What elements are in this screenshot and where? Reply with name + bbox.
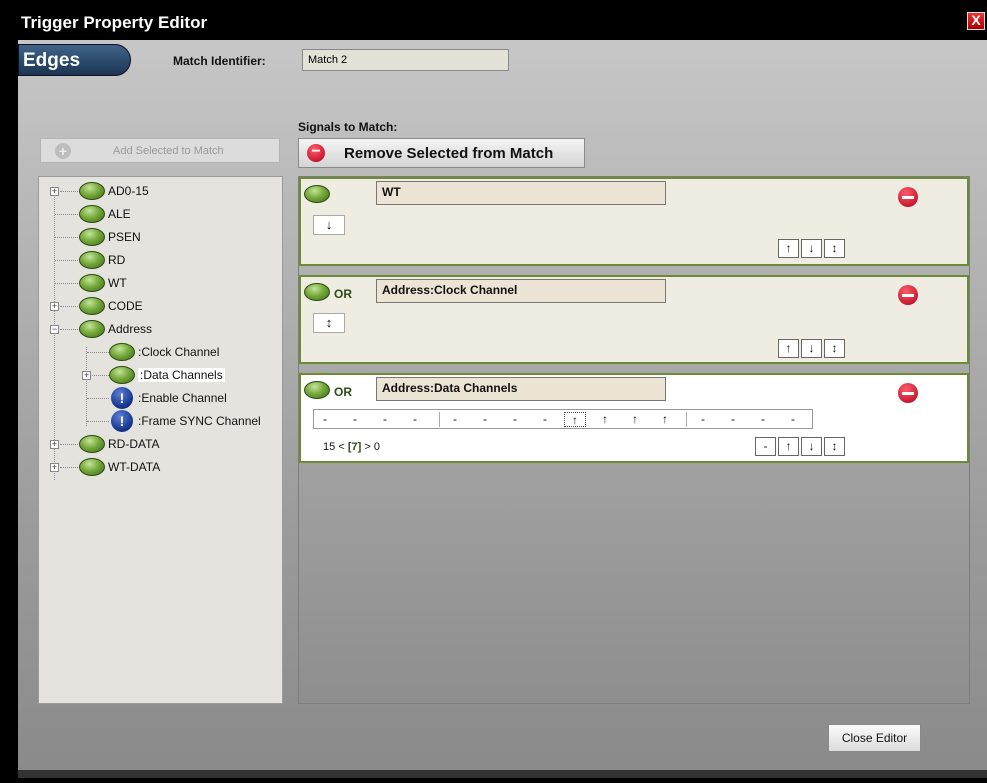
expand-icon[interactable]: + xyxy=(50,463,59,472)
bit-cell[interactable]: ↑ xyxy=(654,412,676,427)
close-window-button[interactable]: X xyxy=(967,12,985,30)
falling-edge-button[interactable]: ↓ xyxy=(801,339,822,358)
expand-icon[interactable]: + xyxy=(82,371,91,380)
signal-tree: + AD0-15 ALE PSEN RD WT + CODE − Address… xyxy=(38,176,283,704)
bit-cell[interactable]: - xyxy=(344,412,366,427)
tree-item-psen[interactable]: PSEN xyxy=(39,226,279,248)
tab-edges[interactable]: Edges xyxy=(18,44,131,76)
bit-cell[interactable]: - xyxy=(722,412,744,427)
bus-bit-strip: - - - - - - - - ↑ ↑ ↑ ↑ - - - - xyxy=(313,409,813,429)
signal-ball-icon xyxy=(109,343,135,361)
window-title: Trigger Property Editor xyxy=(21,13,208,32)
tree-item-rd[interactable]: RD xyxy=(39,249,279,271)
bit-cell[interactable]: - xyxy=(782,412,804,427)
tree-item-enable-channel[interactable]: ! :Enable Channel xyxy=(39,387,279,409)
rising-edge-button[interactable]: ↑ xyxy=(778,339,799,358)
signals-to-match-label: Signals to Match: xyxy=(298,120,398,134)
signal-name-field: Address:Clock Channel xyxy=(376,279,666,303)
rising-edge-button[interactable]: ↑ xyxy=(778,437,799,456)
match-row-clock-channel[interactable]: OR Address:Clock Channel ↕ ↑ ↓ ↕ xyxy=(299,275,969,364)
either-edge-button[interactable]: ↕ xyxy=(824,239,845,258)
signal-ball-icon xyxy=(79,205,105,223)
bit-cell[interactable]: - xyxy=(404,412,426,427)
signal-ball-icon xyxy=(79,182,105,200)
signal-ball-icon xyxy=(79,435,105,453)
tree-item-data-channels[interactable]: + :Data Channels xyxy=(39,364,279,386)
expand-icon[interactable]: + xyxy=(50,187,59,196)
signals-match-list: WT ↓ ↑ ↓ ↕ OR Address:Clock Channel ↕ ↑ … xyxy=(298,176,970,704)
signal-ball-icon xyxy=(79,297,105,315)
dont-care-button[interactable]: - xyxy=(755,437,776,456)
delete-row-icon[interactable] xyxy=(898,285,918,305)
bit-cell[interactable]: - xyxy=(474,412,496,427)
match-row-wt[interactable]: WT ↓ ↑ ↓ ↕ xyxy=(299,177,969,266)
bottom-border xyxy=(18,770,987,778)
tree-item-wt[interactable]: WT xyxy=(39,272,279,294)
tree-item-clock-channel[interactable]: :Clock Channel xyxy=(39,341,279,363)
signal-ball-icon xyxy=(109,366,135,384)
bit-cell[interactable]: - xyxy=(692,412,714,427)
match-identifier-label: Match Identifier: xyxy=(173,54,266,68)
signal-name-field: WT xyxy=(376,181,666,205)
tree-item-address[interactable]: − Address xyxy=(39,318,279,340)
editor-client-area: Edges Match Identifier: + Add Selected t… xyxy=(18,40,987,773)
signal-ball-icon xyxy=(79,228,105,246)
bit-cell[interactable]: ↑ xyxy=(594,412,616,427)
signal-ball-icon xyxy=(79,251,105,269)
plus-icon: + xyxy=(55,143,71,159)
signal-ball-icon xyxy=(304,185,330,203)
add-selected-to-match-button[interactable]: + Add Selected to Match xyxy=(40,138,280,163)
warning-icon: ! xyxy=(111,410,133,432)
delete-row-icon[interactable] xyxy=(898,383,918,403)
match-row-data-channels[interactable]: OR Address:Data Channels - - - - - - - -… xyxy=(299,373,969,463)
tree-item-wt-data[interactable]: + WT-DATA xyxy=(39,456,279,478)
falling-edge-button[interactable]: ↓ xyxy=(801,437,822,456)
tree-item-code[interactable]: + CODE xyxy=(39,295,279,317)
title-bar: Trigger Property Editor X xyxy=(8,6,987,34)
expand-icon[interactable]: + xyxy=(50,440,59,449)
remove-selected-from-match-button[interactable]: − Remove Selected from Match xyxy=(298,138,585,168)
trigger-property-editor-window: Trigger Property Editor X Edges Match Id… xyxy=(0,0,987,783)
signal-ball-icon xyxy=(79,320,105,338)
bit-cell[interactable]: - xyxy=(314,412,336,427)
expand-icon[interactable]: + xyxy=(50,302,59,311)
bit-cell[interactable]: - xyxy=(752,412,774,427)
signal-ball-icon xyxy=(304,381,330,399)
signal-ball-icon xyxy=(304,283,330,301)
bit-cell[interactable]: - xyxy=(534,412,556,427)
add-selected-label: Add Selected to Match xyxy=(113,145,224,157)
signal-ball-icon xyxy=(79,458,105,476)
remove-icon: − xyxy=(307,144,325,162)
delete-row-icon[interactable] xyxy=(898,187,918,207)
tree-item-rd-data[interactable]: + RD-DATA xyxy=(39,433,279,455)
bit-cell-focused[interactable]: ↑ xyxy=(564,412,586,427)
bit-cell[interactable]: ↑ xyxy=(624,412,646,427)
edge-selector[interactable]: ↕ xyxy=(313,313,345,333)
match-identifier-input[interactable] xyxy=(302,49,509,71)
tree-item-frame-sync-channel[interactable]: ! :Frame SYNC Channel xyxy=(39,410,279,432)
tree-item-ad0-15[interactable]: + AD0-15 xyxy=(39,180,279,202)
collapse-icon[interactable]: − xyxy=(50,325,59,334)
warning-icon: ! xyxy=(111,387,133,409)
bit-cell[interactable]: - xyxy=(374,412,396,427)
signal-name-field: Address:Data Channels xyxy=(376,377,666,401)
edge-selector[interactable]: ↓ xyxy=(313,215,345,235)
rising-edge-button[interactable]: ↑ xyxy=(778,239,799,258)
bit-cell[interactable]: - xyxy=(504,412,526,427)
signal-ball-icon xyxy=(79,274,105,292)
close-editor-button[interactable]: Close Editor xyxy=(828,724,921,752)
bit-index-readout: 15 < [7] > 0 xyxy=(323,441,380,453)
tree-item-ale[interactable]: ALE xyxy=(39,203,279,225)
remove-selected-label: Remove Selected from Match xyxy=(344,145,554,162)
falling-edge-button[interactable]: ↓ xyxy=(801,239,822,258)
either-edge-button[interactable]: ↕ xyxy=(824,339,845,358)
bit-cell[interactable]: - xyxy=(444,412,466,427)
either-edge-button[interactable]: ↕ xyxy=(824,437,845,456)
